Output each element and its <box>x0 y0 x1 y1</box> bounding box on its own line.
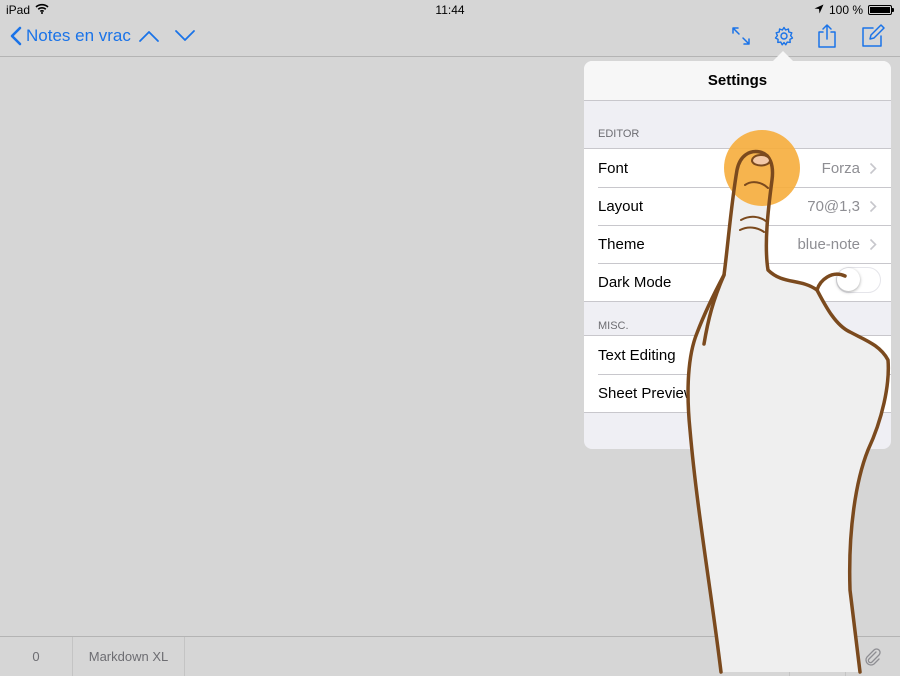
row-value: 70@1,3 <box>807 197 860 215</box>
font-row[interactable]: Font Forza <box>584 149 891 187</box>
sheet-preview-row[interactable]: Sheet Preview <box>584 374 891 412</box>
expand-icon <box>732 27 750 45</box>
row-value: Forza <box>821 159 860 177</box>
chevron-left-icon <box>10 26 22 46</box>
row-label: Dark Mode <box>598 273 672 291</box>
row-label: Sheet Preview <box>598 384 695 402</box>
back-label: Notes en vrac <box>26 26 131 45</box>
layout-row[interactable]: Layout 70@1,3 <box>584 187 891 225</box>
toggle-knob <box>837 268 860 291</box>
settings-popover: Settings EDITOR Font Forza Layout 70@1,3… <box>584 61 891 449</box>
share-button[interactable] <box>817 23 837 54</box>
chevron-up-icon <box>139 31 159 42</box>
format-button[interactable]: Markdown XL <box>73 637 184 676</box>
text-editing-row[interactable]: Text Editing <box>584 336 891 374</box>
status-bar: iPad 11:44 100 % <box>0 0 900 20</box>
compose-button[interactable] <box>861 24 885 53</box>
fullscreen-button[interactable] <box>730 25 752 52</box>
navigation-bar: Notes en vrac <box>0 20 900 57</box>
next-note-button[interactable] <box>174 28 196 49</box>
chevron-right-icon <box>869 200 877 213</box>
bottom-toolbar: 0 Markdown XL <box>0 636 900 676</box>
compose-icon <box>862 24 885 47</box>
wifi-icon <box>35 3 49 17</box>
chevron-right-icon <box>869 162 877 175</box>
chevron-right-icon <box>869 238 877 251</box>
row-value: blue-note <box>797 235 860 253</box>
row-label: Text Editing <box>598 346 676 364</box>
back-button[interactable]: Notes en vrac <box>10 26 131 46</box>
paperclip-icon <box>865 647 881 666</box>
dark-mode-row: Dark Mode <box>584 263 891 301</box>
device-name: iPad <box>6 3 31 17</box>
misc-group: Text Editing Sheet Preview <box>584 335 891 413</box>
theme-row[interactable]: Theme blue-note <box>584 225 891 263</box>
settings-button[interactable] <box>773 25 795 52</box>
attach-button[interactable] <box>846 637 900 676</box>
chevron-right-icon <box>869 349 877 362</box>
row-label: Theme <box>598 235 645 253</box>
battery-level <box>870 7 890 13</box>
previous-note-button[interactable] <box>138 28 160 49</box>
section-header-misc: MISC. <box>598 320 629 332</box>
location-arrow-icon <box>814 3 824 17</box>
battery-icon <box>868 5 894 15</box>
search-icon <box>810 649 826 665</box>
search-button[interactable] <box>790 637 845 676</box>
section-header-editor: EDITOR <box>598 128 640 140</box>
share-icon <box>818 24 836 48</box>
row-label: Font <box>598 159 629 177</box>
editor-group: Font Forza Layout 70@1,3 Theme blue-note… <box>584 148 891 302</box>
word-count: 0 <box>32 649 40 664</box>
battery-percent: 100 % <box>828 3 863 17</box>
chevron-down-icon <box>175 30 195 41</box>
toolbar-divider <box>184 637 185 676</box>
gear-icon <box>774 26 794 46</box>
dark-mode-toggle[interactable] <box>836 267 881 293</box>
chevron-right-icon <box>869 387 877 400</box>
popover-title: Settings <box>584 61 891 101</box>
row-label: Layout <box>598 197 644 215</box>
clock: 11:44 <box>435 3 465 17</box>
